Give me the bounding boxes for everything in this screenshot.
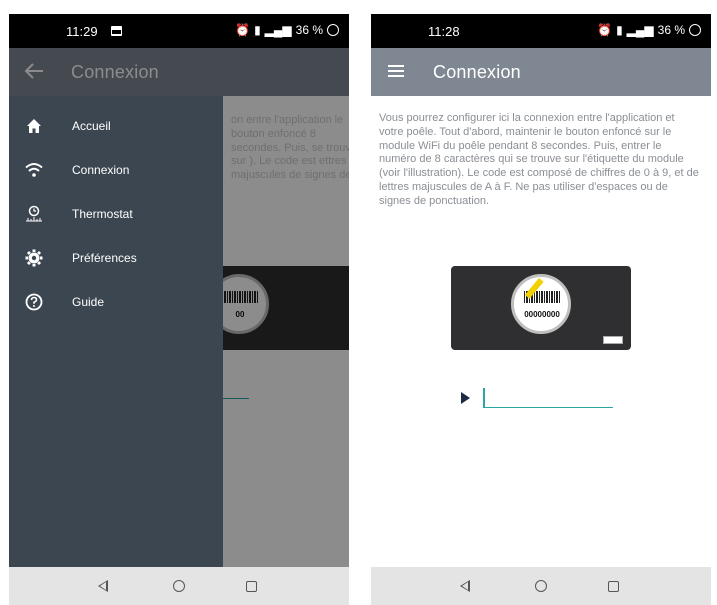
nav-home-button[interactable] [169,577,189,595]
module-code-input[interactable] [483,388,613,408]
back-triangle-icon [460,580,470,592]
drawer-item-preferences[interactable]: Préférences [9,238,223,278]
back-triangle-icon [98,580,108,592]
drawer-item-connexion[interactable]: Connexion [9,150,223,190]
module-code-text: 00000000 [524,310,560,319]
menu-hamburger-icon[interactable] [385,60,407,82]
system-nav-bar [371,567,711,605]
vibrate-icon: ▮ [616,23,623,37]
drawer-item-guide[interactable]: Guide [9,282,223,322]
app-bar: Connexion [371,48,711,96]
battery-icon [689,24,701,36]
help-icon [25,293,43,311]
alarm-icon: ⏰ [235,23,251,37]
drawer-item-thermostat[interactable]: Thermostat [9,194,223,234]
status-time: 11:28 [428,24,460,39]
recents-square-icon [607,580,619,592]
gear-icon [25,249,43,267]
status-bar: 11:29 ⏰ ▮ ▂▄▆ 36 % [9,14,349,48]
drawer-item-label: Connexion [72,163,130,177]
status-icons: ⏰ ▮ ▂▄▆ 36 % [597,23,701,37]
play-arrow-icon [461,392,470,404]
left-phone-screen: 11:29 ⏰ ▮ ▂▄▆ 36 % Connexion 00 on entre… [9,14,349,605]
nav-home-button[interactable] [531,577,551,595]
vibrate-icon: ▮ [254,23,261,37]
app-bar-title: Connexion [433,62,521,82]
nav-recents-button[interactable] [603,577,623,595]
home-circle-icon [535,580,547,592]
nav-back-button[interactable] [455,577,475,595]
signal-4g-icon: ▂▄▆ [264,23,292,37]
alarm-icon: ⏰ [597,23,613,37]
gallery-notification-icon [111,26,122,36]
signal-4g-icon: ▂▄▆ [626,23,654,37]
right-phone-screen: 11:28 ⏰ ▮ ▂▄▆ 36 % Connexion Vous pourre… [371,14,711,605]
battery-percentage: 36 % [657,23,685,37]
instructions-text: Vous pourrez configurer ici la connexion… [379,112,699,207]
drawer-item-label: Accueil [72,119,111,133]
home-circle-icon [173,580,185,592]
code-entry [461,388,613,408]
navigation-drawer: Accueil Connexion Thermostat Préférences… [9,96,223,567]
nav-recents-button[interactable] [241,577,261,595]
drawer-item-label: Préférences [72,251,137,265]
nav-back-button[interactable] [93,577,113,595]
module-sticker [603,336,623,344]
background-instructions-text: on entre l'application le bouton enfoncé… [231,114,349,182]
drawer-item-accueil[interactable]: Accueil [9,106,223,146]
system-nav-bar [9,567,349,605]
status-time: 11:29 [66,24,98,39]
status-icons: ⏰ ▮ ▂▄▆ 36 % [235,23,339,37]
home-icon [25,117,43,135]
recents-square-icon [245,580,257,592]
drawer-item-label: Thermostat [72,207,133,221]
status-bar: 11:28 ⏰ ▮ ▂▄▆ 36 % [371,14,711,48]
battery-percentage: 36 % [295,23,323,37]
battery-icon [327,24,339,36]
thermostat-icon [25,205,43,223]
drawer-item-label: Guide [72,295,105,309]
wifi-icon [25,161,43,179]
page-content: Vous pourrez configurer ici la connexion… [371,96,711,567]
